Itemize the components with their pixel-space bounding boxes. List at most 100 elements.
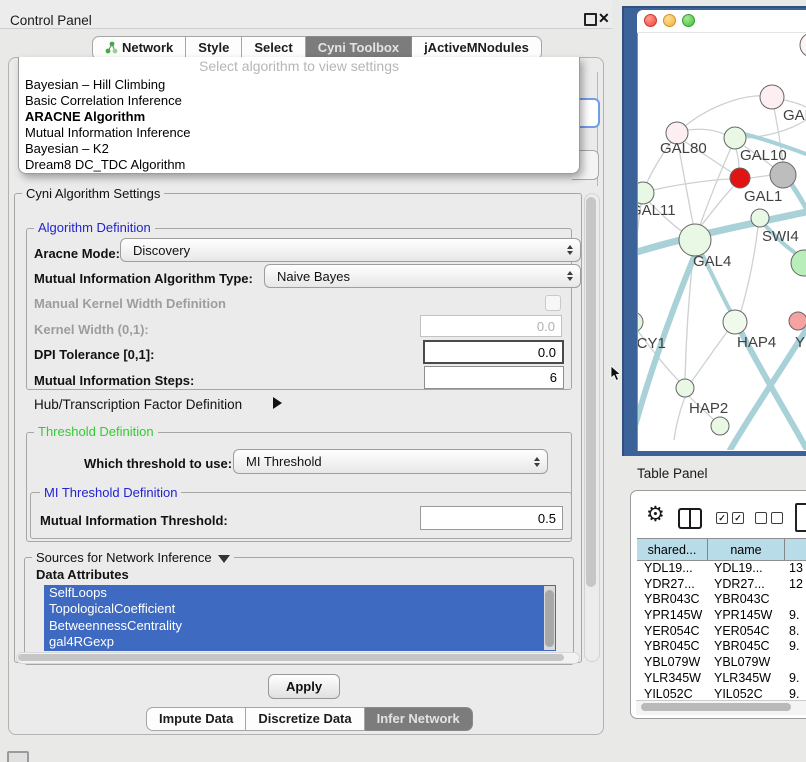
minimized-panel-icon[interactable] [7, 751, 29, 762]
unchecked-boxes-icon[interactable] [755, 512, 787, 530]
tab-label: Discretize Data [258, 711, 351, 726]
table-row[interactable]: YPR145WYPR145W9. [637, 608, 806, 624]
settings-hscrollbar-thumb[interactable] [18, 654, 564, 661]
split-table-icon[interactable] [678, 508, 702, 529]
tab-label: Cyni Toolbox [318, 40, 399, 55]
table-cell: 9. [785, 671, 806, 687]
close-icon[interactable] [598, 10, 610, 27]
network-node[interactable] [711, 417, 729, 435]
checked-boxes-icon[interactable] [716, 512, 748, 530]
network-node-gal4[interactable] [679, 224, 711, 256]
algorithm-option[interactable]: Dream8 DC_TDC Algorithm [19, 157, 579, 173]
apply-button[interactable]: Apply [268, 674, 340, 699]
network-edge[interactable] [736, 149, 739, 168]
network-edge-highlighted[interactable] [790, 182, 806, 212]
table-cell: 9. [785, 608, 806, 624]
network-edge[interactable] [700, 187, 733, 227]
close-traffic-light-icon[interactable] [644, 14, 657, 27]
table-row[interactable]: YBR045CYBR045C9. [637, 639, 806, 655]
algorithm-option[interactable]: Mutual Information Inference [19, 125, 579, 141]
manual-kernel-width-label: Manual Kernel Width Definition [34, 296, 226, 311]
network-node-gal1[interactable] [730, 168, 750, 188]
network-node-y[interactable] [789, 312, 806, 330]
hub-expand-icon[interactable] [273, 397, 282, 409]
table-cell: 9. [785, 687, 806, 701]
attribute-list-scrollbar-thumb[interactable] [545, 590, 554, 647]
network-node-gal10[interactable] [724, 127, 746, 149]
network-edge[interactable] [692, 332, 727, 381]
network-node-gcy1[interactable] [638, 312, 643, 332]
network-node[interactable] [770, 162, 796, 188]
document-icon[interactable] [795, 503, 806, 532]
table-row[interactable]: YDR27...YDR27...12 [637, 577, 806, 593]
which-threshold-value: MI Threshold [246, 454, 322, 469]
dpi-tolerance-field[interactable] [423, 340, 564, 364]
gear-icon[interactable]: ⚙ [646, 504, 665, 526]
network-edge[interactable] [653, 179, 730, 190]
network-node-gal[interactable] [760, 85, 784, 109]
network-edge[interactable] [638, 204, 641, 312]
data-attribute-item[interactable]: BetweennessCentrality [44, 618, 556, 634]
table-cell: YPR145W [708, 608, 785, 624]
network-node-swi4[interactable] [751, 209, 769, 227]
network-edge[interactable] [700, 148, 731, 225]
column-header[interactable]: name [708, 539, 785, 560]
network-node-label: GAL4 [693, 253, 731, 270]
network-edge[interactable] [677, 96, 768, 133]
network-window-titlebar[interactable] [637, 10, 806, 33]
table-cell: YBR043C [708, 592, 785, 608]
network-node-hap4[interactable] [723, 310, 747, 334]
algorithm-option[interactable]: Bayesian – Hill Climbing [19, 77, 579, 93]
bottom-tabs: Impute Data Discretize Data Infer Network [146, 707, 473, 731]
tab-infer-network[interactable]: Infer Network [365, 707, 473, 731]
collapse-icon[interactable] [218, 555, 230, 563]
mi-threshold-field[interactable] [420, 506, 563, 530]
float-window-icon[interactable] [584, 13, 597, 26]
table-row[interactable]: YLR345WYLR345W9. [637, 671, 806, 687]
mi-algorithm-type-combobox[interactable]: Naive Bayes [264, 264, 581, 288]
table-row[interactable]: YBL079WYBL079W [637, 655, 806, 671]
network-node-label: GAL [783, 107, 806, 124]
table-row[interactable]: YDL19...YDL19...13 [637, 561, 806, 577]
table-hscrollbar-thumb[interactable] [641, 703, 791, 711]
table-row[interactable]: YIL052CYIL052C9. [637, 687, 806, 701]
data-attribute-item[interactable]: gal4RGexp [44, 634, 556, 650]
tab-label: Select [254, 40, 292, 55]
tab-discretize-data[interactable]: Discretize Data [246, 707, 364, 731]
table-row[interactable]: YBR043CYBR043C [637, 592, 806, 608]
data-attribute-item[interactable]: SelfLoops [44, 585, 556, 601]
network-node-label: HAP2 [689, 400, 728, 417]
network-edge[interactable] [750, 175, 771, 178]
minimize-traffic-light-icon[interactable] [663, 14, 676, 27]
column-header[interactable]: shared... [637, 539, 708, 560]
tab-label: jActiveMNodules [424, 40, 529, 55]
column-header[interactable]: A [785, 539, 806, 560]
network-edge[interactable] [688, 129, 726, 135]
table-cell: 12 [785, 577, 806, 593]
network-edge[interactable] [674, 397, 685, 440]
aracne-mode-combobox[interactable]: Discovery [120, 238, 581, 262]
settings-scrollbar-thumb[interactable] [586, 197, 596, 587]
table-cell: YDL19... [637, 561, 708, 577]
network-node[interactable] [800, 33, 806, 57]
table-cell: YBR043C [637, 592, 708, 608]
network-node-gal11[interactable] [638, 182, 654, 204]
zoom-traffic-light-icon[interactable] [682, 14, 695, 27]
which-threshold-combobox[interactable]: MI Threshold [233, 449, 548, 474]
algorithm-option[interactable]: ARACNE Algorithm [19, 109, 579, 125]
table-cell: YPR145W [637, 608, 708, 624]
mi-steps-field[interactable] [424, 366, 564, 389]
table-row[interactable]: YER054CYER054C8. [637, 624, 806, 640]
network-node-label: GAL1 [744, 188, 782, 205]
kernel-width-field[interactable] [420, 315, 562, 337]
network-edge[interactable] [741, 227, 758, 311]
network-canvas[interactable]: GALGAL80GAL10GAL1GAL11SWI4GAL4GCY1HAP4YH… [638, 32, 806, 450]
algorithm-option[interactable]: Bayesian – K2 [19, 141, 579, 157]
tab-impute-data[interactable]: Impute Data [146, 707, 246, 731]
table-cell: YLR345W [637, 671, 708, 687]
network-node-hap2[interactable] [676, 379, 694, 397]
manual-kernel-width-checkbox[interactable] [545, 295, 561, 311]
data-attribute-item[interactable]: TopologicalCoefficient [44, 601, 556, 617]
algorithm-option[interactable]: Basic Correlation Inference [19, 93, 579, 109]
table-cell: YDR27... [637, 577, 708, 593]
